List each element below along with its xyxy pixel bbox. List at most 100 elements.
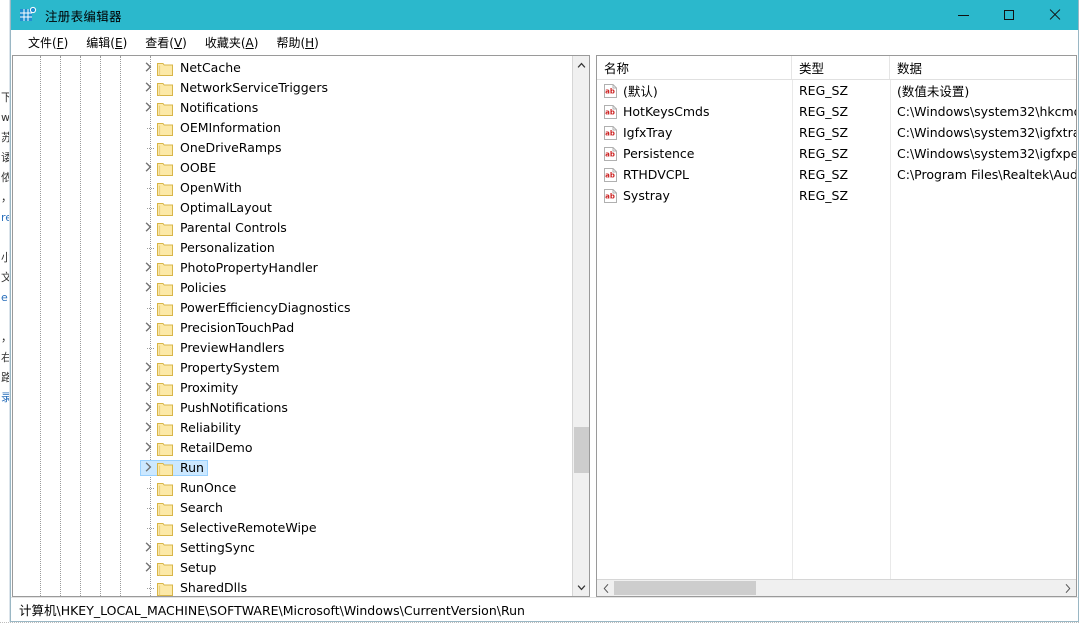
chevron-right-icon[interactable] xyxy=(143,461,157,475)
tree-item-content[interactable]: PushNotifications xyxy=(141,401,288,415)
tree-item-netcache[interactable]: NetCache xyxy=(13,58,572,78)
value-row[interactable]: abRTHDVCPLREG_SZC:\Program Files\Realtek… xyxy=(597,164,1076,185)
chevron-right-icon[interactable] xyxy=(143,281,157,295)
registry-tree[interactable]: NetCache NetworkServiceTriggers Notificati… xyxy=(13,56,572,596)
tree-item-content[interactable]: Parental Controls xyxy=(141,221,287,235)
chevron-right-icon[interactable] xyxy=(143,361,157,375)
tree-item-content[interactable]: OneDriveRamps xyxy=(141,141,281,155)
tree-item-content[interactable]: PropertySystem xyxy=(141,361,280,375)
tree-item-oobe[interactable]: OOBE xyxy=(13,158,572,178)
value-name-cell[interactable]: abPersistence xyxy=(597,146,792,161)
scroll-up-button[interactable] xyxy=(573,56,589,73)
chevron-right-icon[interactable] xyxy=(143,321,157,335)
chevron-right-icon[interactable] xyxy=(143,261,157,275)
tree-item-content[interactable]: OpenWith xyxy=(141,181,242,195)
tree-item-content[interactable]: SharedDlls xyxy=(141,581,247,595)
tree-item-content[interactable]: PhotoPropertyHandler xyxy=(141,261,318,275)
chevron-right-icon[interactable] xyxy=(143,541,157,555)
scroll-down-button[interactable] xyxy=(573,579,589,596)
tree-item-proximity[interactable]: Proximity xyxy=(13,378,572,398)
tree-item-reliability[interactable]: Reliability xyxy=(13,418,572,438)
tree-item-content[interactable]: RetailDemo xyxy=(141,441,252,455)
value-name-cell[interactable]: abIgfxTray xyxy=(597,125,792,140)
chevron-right-icon[interactable] xyxy=(143,81,157,95)
tree-item-retaildemo[interactable]: RetailDemo xyxy=(13,438,572,458)
tree-item-photopropertyhandler[interactable]: PhotoPropertyHandler xyxy=(13,258,572,278)
tree-item-run[interactable]: Run xyxy=(13,458,572,478)
maximize-button[interactable] xyxy=(986,0,1032,30)
column-header-data[interactable]: 数据 xyxy=(890,56,1076,79)
menu-item-h[interactable]: 帮助(H) xyxy=(267,31,327,54)
column-header-type[interactable]: 类型 xyxy=(792,56,890,79)
menu-item-a[interactable]: 收藏夹(A) xyxy=(196,31,268,54)
tree-item-previewhandlers[interactable]: PreviewHandlers xyxy=(13,338,572,358)
tree-vertical-scrollbar[interactable] xyxy=(572,56,589,596)
tree-item-precisiontouchpad[interactable]: PrecisionTouchPad xyxy=(13,318,572,338)
tree-item-oeminformation[interactable]: OEMInformation xyxy=(13,118,572,138)
tree-item-runonce[interactable]: RunOnce xyxy=(13,478,572,498)
tree-item-content[interactable]: Notifications xyxy=(141,101,258,115)
value-name-cell[interactable]: abHotKeysCmds xyxy=(597,104,792,119)
value-name-cell[interactable]: abRTHDVCPL xyxy=(597,167,792,182)
value-row[interactable]: abHotKeysCmdsREG_SZC:\Windows\system32\h… xyxy=(597,101,1076,122)
folder-icon xyxy=(157,321,173,335)
chevron-right-icon[interactable] xyxy=(143,61,157,75)
menu-item-e[interactable]: 编辑(E) xyxy=(77,31,136,54)
scroll-thumb[interactable] xyxy=(574,427,589,473)
tree-item-personalization[interactable]: Personalization xyxy=(13,238,572,258)
tree-item-selectiveremotewipe[interactable]: SelectiveRemoteWipe xyxy=(13,518,572,538)
tree-item-content[interactable]: Personalization xyxy=(141,241,275,255)
chevron-right-icon[interactable] xyxy=(143,221,157,235)
chevron-right-icon[interactable] xyxy=(143,161,157,175)
tree-item-pushnotifications[interactable]: PushNotifications xyxy=(13,398,572,418)
tree-item-content[interactable]: RunOnce xyxy=(141,481,236,495)
column-header-name[interactable]: 名称 xyxy=(597,56,792,79)
tree-item-search[interactable]: Search xyxy=(13,498,572,518)
hscroll-thumb[interactable] xyxy=(614,581,756,595)
tree-item-parental-controls[interactable]: Parental Controls xyxy=(13,218,572,238)
value-row[interactable]: abSystrayREG_SZ xyxy=(597,185,1076,206)
title-bar[interactable]: 注册表编辑器 xyxy=(11,0,1078,30)
chevron-right-icon[interactable] xyxy=(143,381,157,395)
tree-item-notifications[interactable]: Notifications xyxy=(13,98,572,118)
minimize-button[interactable] xyxy=(940,0,986,30)
chevron-right-icon[interactable] xyxy=(143,441,157,455)
tree-item-optimallayout[interactable]: OptimalLayout xyxy=(13,198,572,218)
tree-item-policies[interactable]: Policies xyxy=(13,278,572,298)
scroll-left-button[interactable] xyxy=(597,580,614,596)
chevron-right-icon[interactable] xyxy=(143,101,157,115)
value-name-cell[interactable]: ab(默认) xyxy=(597,81,792,100)
tree-item-powerefficiencydiagnostics[interactable]: PowerEfficiencyDiagnostics xyxy=(13,298,572,318)
tree-item-label: PrecisionTouchPad xyxy=(180,321,294,335)
chevron-right-icon[interactable] xyxy=(143,421,157,435)
tree-item-content[interactable]: NetworkServiceTriggers xyxy=(141,81,328,95)
value-name-cell[interactable]: abSystray xyxy=(597,188,792,203)
scroll-right-button[interactable] xyxy=(1059,580,1076,596)
value-row[interactable]: abIgfxTrayREG_SZC:\Windows\system32\igfx… xyxy=(597,122,1076,143)
tree-item-shareddlls[interactable]: SharedDlls xyxy=(13,578,572,596)
menu-item-v[interactable]: 查看(V) xyxy=(136,31,196,54)
tree-item-content[interactable]: PrecisionTouchPad xyxy=(141,321,294,335)
chevron-right-icon[interactable] xyxy=(143,561,157,575)
value-row[interactable]: ab(默认)REG_SZ(数值未设置) xyxy=(597,80,1076,101)
tree-item-content[interactable]: OptimalLayout xyxy=(141,201,272,215)
tree-item-networkservicetriggers[interactable]: NetworkServiceTriggers xyxy=(13,78,572,98)
tree-item-settingsync[interactable]: SettingSync xyxy=(13,538,572,558)
tree-item-content[interactable]: OEMInformation xyxy=(141,121,281,135)
values-list[interactable]: ab(默认)REG_SZ(数值未设置)abHotKeysCmdsREG_SZC:… xyxy=(597,80,1076,579)
tree-item-content[interactable]: SettingSync xyxy=(141,541,255,555)
scroll-track[interactable] xyxy=(573,73,589,579)
menu-item-f[interactable]: 文件(F) xyxy=(19,31,77,54)
tree-item-content[interactable]: PreviewHandlers xyxy=(141,341,284,355)
tree-item-setup[interactable]: Setup xyxy=(13,558,572,578)
tree-item-openwith[interactable]: OpenWith xyxy=(13,178,572,198)
chevron-right-icon[interactable] xyxy=(143,401,157,415)
value-row[interactable]: abPersistenceREG_SZC:\Windows\system32\i… xyxy=(597,143,1076,164)
hscroll-track[interactable] xyxy=(614,580,1059,596)
values-horizontal-scrollbar[interactable] xyxy=(597,579,1076,596)
tree-item-content[interactable]: SelectiveRemoteWipe xyxy=(141,521,317,535)
close-button[interactable] xyxy=(1032,0,1078,30)
tree-item-content[interactable]: PowerEfficiencyDiagnostics xyxy=(141,301,351,315)
tree-item-onedriveramps[interactable]: OneDriveRamps xyxy=(13,138,572,158)
tree-item-propertysystem[interactable]: PropertySystem xyxy=(13,358,572,378)
